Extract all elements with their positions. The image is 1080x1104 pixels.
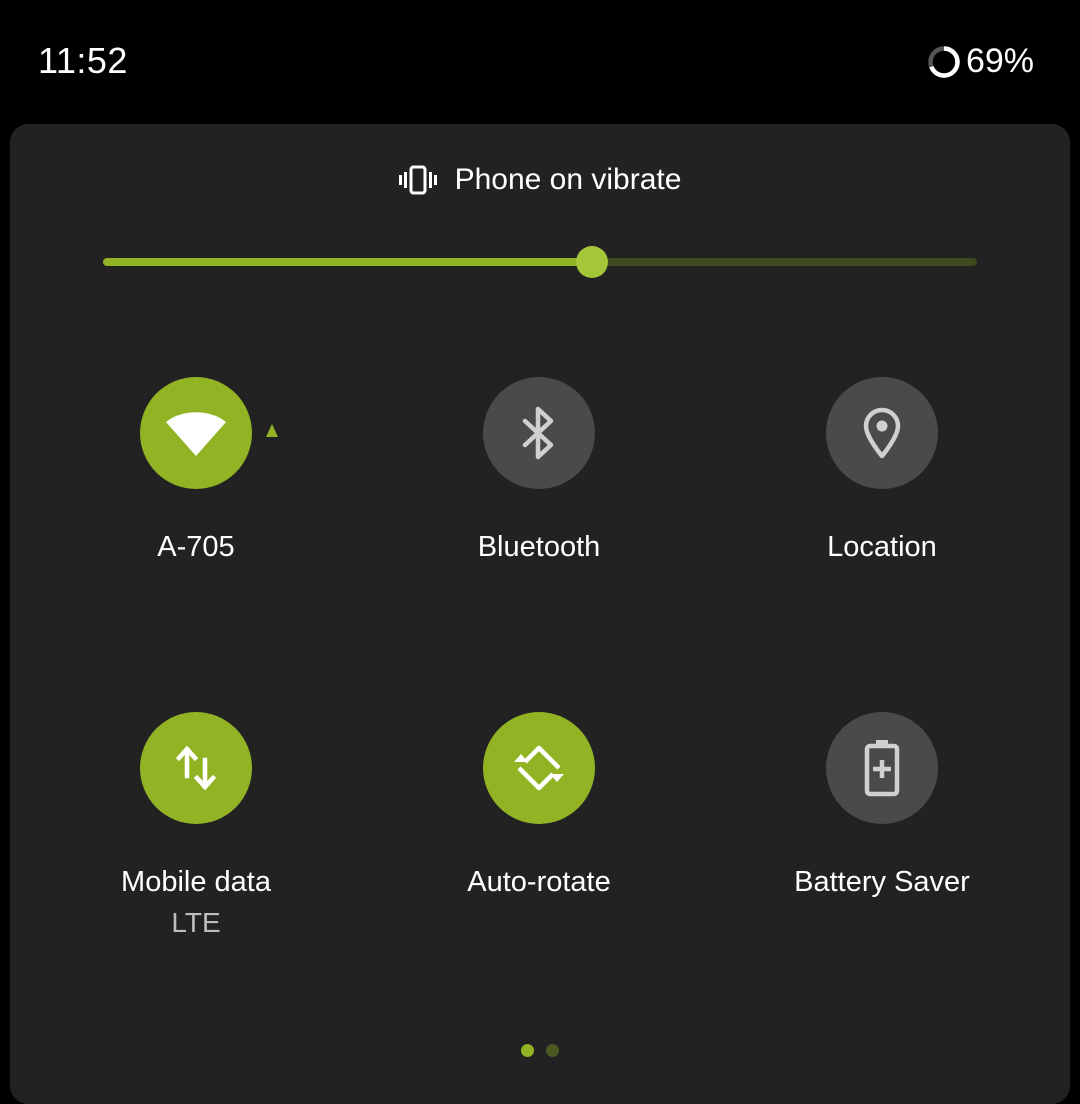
- auto-rotate-toggle[interactable]: [483, 712, 595, 824]
- ringer-mode-row[interactable]: Phone on vibrate: [10, 160, 1070, 200]
- bluetooth-icon: [522, 406, 554, 460]
- tile-bluetooth[interactable]: Bluetooth: [389, 377, 689, 564]
- bluetooth-toggle[interactable]: [483, 377, 595, 489]
- tile-wifi[interactable]: A-705: [46, 377, 346, 564]
- brightness-fill: [103, 258, 592, 266]
- tile-label-bluetooth: Bluetooth: [477, 531, 601, 563]
- tile-label-auto-rotate: Auto-rotate: [467, 866, 611, 898]
- battery-percentage: 69%: [965, 42, 1034, 80]
- page-dot-2[interactable]: [546, 1044, 559, 1057]
- tile-label-location: Location: [827, 531, 937, 563]
- status-icons: 69%: [926, 42, 1034, 81]
- battery-saver-icon: [864, 740, 900, 797]
- wifi-activity-icon: [266, 424, 278, 437]
- auto-rotate-icon: [514, 745, 564, 791]
- ringer-mode-label: Phone on vibrate: [454, 163, 682, 196]
- tile-auto-rotate[interactable]: Auto-rotate: [389, 712, 689, 899]
- tile-battery-saver[interactable]: Battery Saver: [732, 712, 1032, 899]
- mobile-data-toggle[interactable]: [140, 712, 252, 824]
- location-toggle[interactable]: [826, 377, 938, 489]
- page-indicator: [10, 1044, 1070, 1058]
- brightness-slider[interactable]: [103, 242, 977, 282]
- wifi-toggle[interactable]: [140, 377, 252, 489]
- tile-label-mobile-data: Mobile data: [121, 866, 271, 898]
- vibrate-icon: [398, 165, 437, 195]
- location-icon: [863, 407, 901, 459]
- battery-icon: [928, 45, 960, 78]
- clock: 11:52: [38, 40, 128, 81]
- tile-label-battery-saver: Battery Saver: [794, 866, 970, 898]
- tile-location[interactable]: Location: [732, 377, 1032, 564]
- page-dot-1[interactable]: [521, 1044, 534, 1057]
- status-bar: 11:52 69%: [0, 0, 1080, 124]
- mobile-data-icon: [176, 745, 216, 791]
- tile-mobile-data[interactable]: Mobile data LTE: [46, 712, 346, 939]
- tile-label-wifi: A-705: [157, 531, 235, 563]
- battery-saver-toggle[interactable]: [826, 712, 938, 824]
- wifi-icon: [166, 412, 226, 456]
- tile-sublabel-mobile-data: LTE: [171, 907, 221, 938]
- brightness-thumb[interactable]: [576, 246, 608, 278]
- quick-settings-panel: Phone on vibrate A-705 Bluetooth Locatio…: [10, 124, 1070, 1104]
